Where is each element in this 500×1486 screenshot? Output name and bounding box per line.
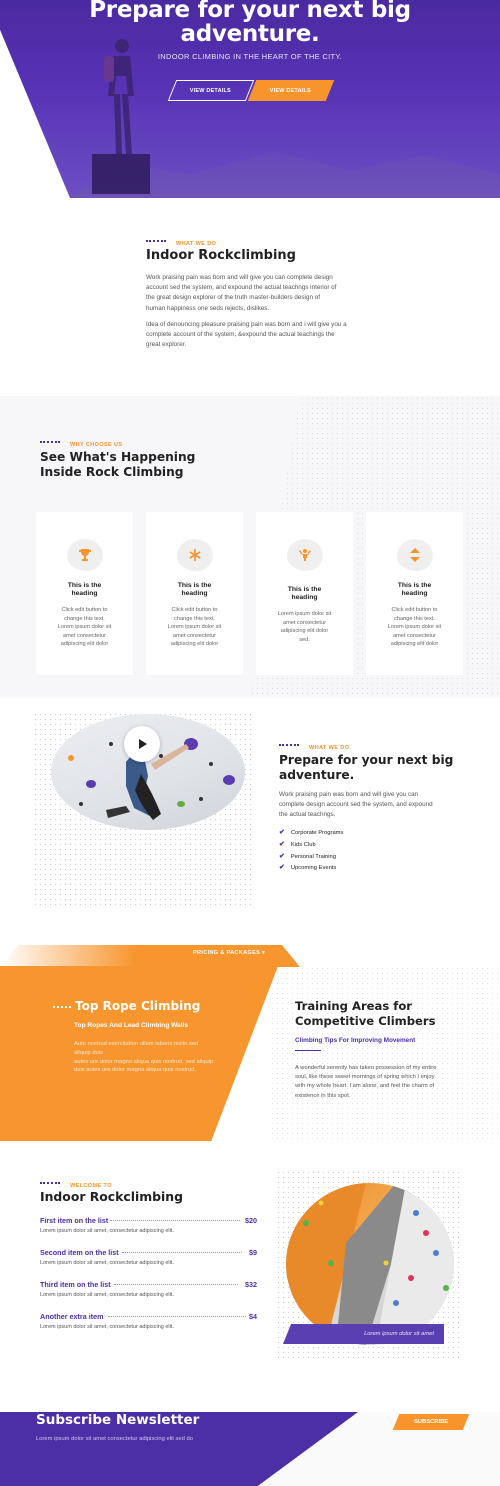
why-title: See What's Happening Inside Rock Climbing	[40, 450, 196, 479]
about-title: Indoor Rockclimbing	[146, 248, 296, 263]
card-heading: This is the heading	[287, 586, 322, 601]
check-icon: ✔	[279, 853, 285, 860]
subscribe-title: Subscribe Newsletter	[36, 1412, 200, 1428]
play-icon	[139, 739, 147, 749]
training-title: Training Areas for Competitive Climbers	[295, 999, 436, 1028]
dotted-leader	[122, 1252, 242, 1253]
menu-item-name: Second item on the list	[40, 1248, 119, 1257]
menu-item-price: $20	[245, 1216, 257, 1225]
play-video-button[interactable]	[124, 726, 160, 762]
pricing-subtitle: Top Ropes And Lead Climbing Walls	[74, 1022, 189, 1029]
menu-item-name: Third item on the list	[40, 1280, 111, 1289]
menu-item-price: $4	[249, 1312, 257, 1321]
why-eyebrow: WHY CHOOSE US	[40, 433, 122, 451]
dots-divider-icon	[279, 743, 299, 746]
feature-card: This is the heading Click edit button to c…	[146, 512, 243, 675]
dotted-leader	[110, 1220, 240, 1221]
feature-card: This is the heading Lorem ipsum dolor sit…	[256, 512, 353, 675]
menu-item-desc: Lorem ipsum dolor sit amet, consectetur …	[40, 1324, 174, 1330]
dots-divider-icon	[53, 1005, 71, 1008]
dots-divider-icon	[146, 239, 166, 242]
card-text: Lorem ipsum dolor sit amet consectetur adi…	[277, 611, 332, 643]
menu-item-name: First item on the list	[40, 1216, 109, 1225]
menu-item-desc: Lorem ipsum dolor sit amet, consectetur …	[40, 1292, 174, 1298]
menu-item-price: $9	[249, 1248, 257, 1257]
dotted-leader	[114, 1284, 238, 1285]
check-list-item: ✔ Personal Training	[279, 853, 336, 860]
subscribe-text: Lorem ipsum dolor sit amet consectetur a…	[36, 1436, 193, 1442]
image-caption: Lorem ipsum dolor sit amet	[283, 1324, 444, 1344]
check-icon: ✔	[279, 829, 285, 836]
menu-item-desc: Lorem ipsum dolor sit amet, consectetur …	[40, 1228, 174, 1234]
dotted-leader	[108, 1316, 246, 1317]
training-text: A wonderful serenity has taken possessio…	[295, 1065, 437, 1099]
subscribe-button[interactable]: SUBSCRIBE	[392, 1414, 470, 1430]
climbing-wall-image	[286, 1183, 454, 1345]
video-title: Prepare for your next big adventure.	[279, 753, 454, 782]
view-details-button-outline[interactable]: VIEW DETAILS	[167, 80, 255, 101]
check-list-item: ✔ Corporate Programs	[279, 829, 344, 836]
view-details-button-primary[interactable]: VIEW DETAILS	[247, 80, 335, 101]
dots-divider-icon	[40, 1181, 60, 1184]
menu-item-desc: Lorem ipsum dolor sit amet, consectetur …	[40, 1260, 174, 1266]
feature-card: This is the heading Click edit button to c…	[366, 512, 463, 675]
chevron-down-icon: ▾	[262, 950, 266, 956]
about-paragraph-1: Work praising pain was born and will giv…	[146, 274, 337, 312]
about-paragraph-2: Idea of denouncing pleasure praising pai…	[146, 321, 347, 349]
card-heading: This is the heading	[67, 582, 102, 597]
card-heading: This is the heading	[397, 582, 432, 597]
dot-pattern-decor	[270, 966, 500, 1141]
hero-title: Prepare for your next big adventure.	[89, 0, 411, 47]
training-subtitle: Climbing Tips For Improving Movement	[295, 1037, 416, 1044]
card-heading: This is the heading	[177, 582, 212, 597]
check-list-item: ✔ Upcoming Events	[279, 864, 337, 871]
video-paragraph: Work praising pain was born and will giv…	[279, 791, 433, 819]
pricing-packages-tab[interactable]: PRICING & PACKAGES ▾	[193, 950, 265, 956]
pricing-text: Aute nostrud exercitation ullam laboris …	[74, 1041, 214, 1074]
hero-subtitle: INDOOR CLIMBING IN THE HEART OF THE CITY…	[157, 52, 343, 61]
video-eyebrow: WHAT WE DO	[279, 736, 349, 754]
underline-divider	[295, 1050, 321, 1051]
menu-item-price: $32	[245, 1280, 257, 1289]
arrows-updown-icon	[397, 539, 433, 571]
card-text: Click edit button to change this text. Lor…	[167, 607, 222, 648]
pricing-title: Top Rope Climbing	[53, 999, 200, 1013]
person-icon	[287, 539, 323, 571]
menu-item-name: Another extra item	[40, 1312, 104, 1321]
dots-divider-icon	[40, 440, 60, 443]
trophy-icon	[67, 539, 103, 571]
menu-title: Indoor Rockclimbing	[40, 1189, 183, 1204]
card-text: Click edit button to change this text. Lor…	[57, 607, 112, 648]
feature-card: This is the heading Click edit button to c…	[36, 512, 133, 675]
pricing-tab-bar[interactable]	[0, 945, 300, 967]
check-list-item: ✔ Kids Club	[279, 841, 316, 848]
check-icon: ✔	[279, 841, 285, 848]
snowflake-icon	[177, 539, 213, 571]
check-icon: ✔	[279, 864, 285, 871]
hero-section: Prepare for your next big adventure. INDO…	[0, 0, 500, 198]
card-text: Click edit button to change this text. Lor…	[387, 607, 442, 648]
